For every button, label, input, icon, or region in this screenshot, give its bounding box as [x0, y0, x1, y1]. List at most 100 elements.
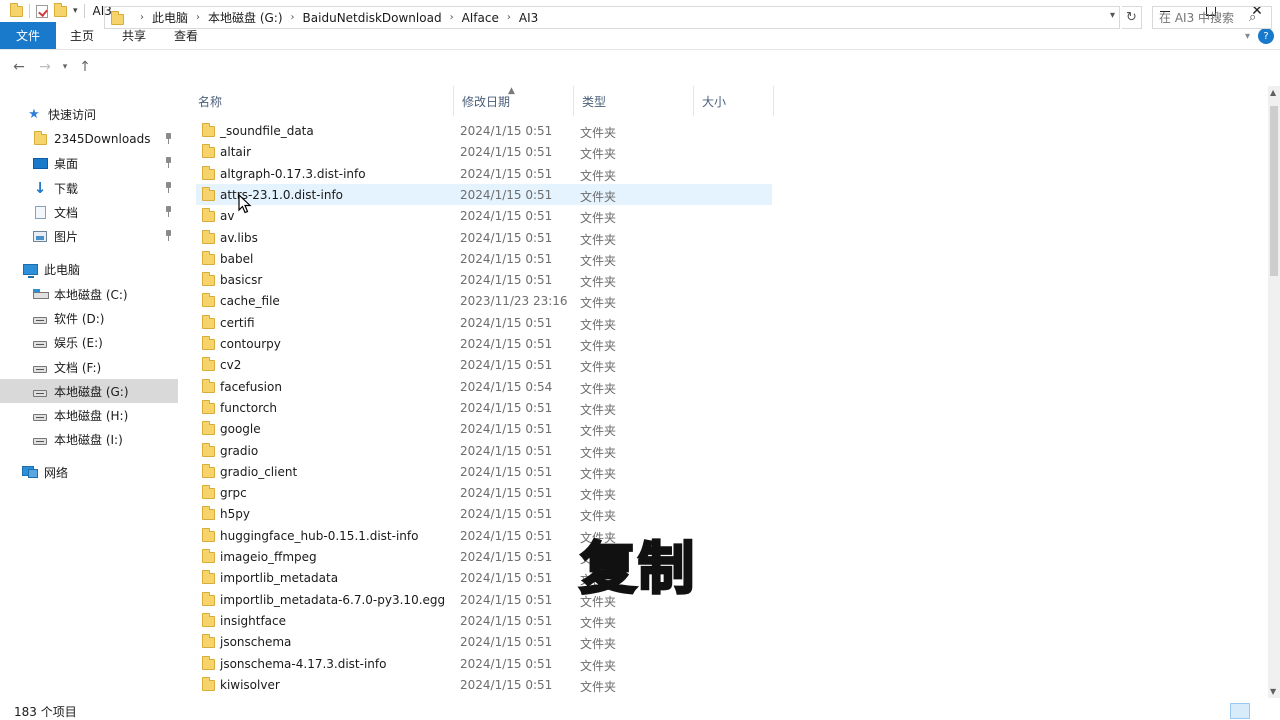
sidebar-item-this-pc[interactable]: 此电脑 [0, 257, 178, 281]
file-name: imageio_ffmpeg [220, 550, 317, 564]
drive-icon [32, 384, 48, 398]
folder-icon [202, 378, 215, 393]
refresh-button[interactable]: ↻ [1122, 6, 1142, 29]
column-header-type[interactable]: 类型 [574, 86, 694, 116]
file-type: 文件夹 [580, 509, 617, 524]
customize-toolbar-chevron-icon[interactable]: ▾ [73, 6, 78, 16]
folder-icon [202, 272, 215, 287]
chevron-right-icon[interactable]: › [450, 12, 454, 23]
file-row[interactable]: cache_file 2023/11/23 23:16 文件夹 [196, 290, 772, 311]
sidebar-item-drive-g[interactable]: 本地磁盘 (G:) [0, 379, 178, 403]
sidebar-item-drive-e[interactable]: 娱乐 (E:) [0, 330, 178, 354]
column-header-size[interactable]: 大小 [694, 86, 774, 116]
search-input[interactable] [1159, 10, 1245, 25]
file-row[interactable]: av.libs 2024/1/15 0:51 文件夹 [196, 227, 772, 248]
sidebar-item-desktop[interactable]: 桌面 [0, 151, 178, 175]
chevron-right-icon[interactable]: › [507, 12, 511, 23]
file-row[interactable]: google 2024/1/15 0:51 文件夹 [196, 418, 772, 439]
recent-locations-chevron-icon[interactable]: ▾ [58, 62, 72, 72]
file-row[interactable]: altair 2024/1/15 0:51 文件夹 [196, 141, 772, 162]
file-row[interactable]: jsonschema 2024/1/15 0:51 文件夹 [196, 631, 772, 652]
folder-icon [202, 463, 215, 478]
drive-icon [32, 408, 48, 422]
sidebar-item-2345downloads[interactable]: 2345Downloads [0, 127, 178, 151]
file-row[interactable]: jsonschema-4.17.3.dist-info 2024/1/15 0:5… [196, 653, 772, 674]
properties-icon[interactable] [36, 4, 48, 18]
scroll-down-icon[interactable]: ▼ [1270, 687, 1276, 696]
column-header-modified[interactable]: 修改日期 [454, 86, 574, 116]
file-row[interactable]: attrs-23.1.0.dist-info 2024/1/15 0:51 文件夹 [196, 183, 772, 205]
toolbar-divider [29, 4, 30, 18]
new-folder-icon[interactable] [54, 2, 67, 17]
sidebar-item-drive-i[interactable]: 本地磁盘 (I:) [0, 427, 178, 451]
file-row[interactable]: basicsr 2024/1/15 0:51 文件夹 [196, 269, 772, 290]
breadcrumb-ai3[interactable]: AI3 [519, 11, 538, 25]
file-date: 2024/1/15 0:51 [460, 400, 553, 415]
sidebar-item-drive-h[interactable]: 本地磁盘 (H:) [0, 403, 178, 427]
file-row[interactable]: cv2 2024/1/15 0:51 文件夹 [196, 354, 772, 375]
file-name: babel [220, 251, 254, 266]
file-date: 2024/1/15 0:51 [460, 187, 553, 202]
chevron-right-icon[interactable]: › [140, 12, 144, 23]
sidebar-item-drive-f[interactable]: 文档 (F:) [0, 355, 178, 379]
breadcrumb-drive-g[interactable]: 本地磁盘 (G:) [208, 9, 283, 26]
file-row[interactable]: av 2024/1/15 0:51 文件夹 [196, 205, 772, 226]
sidebar-item-label: 此电脑 [44, 262, 81, 277]
folder-icon [202, 144, 215, 159]
search-box[interactable]: ⌕ [1152, 6, 1272, 29]
tab-home[interactable]: 主页 [56, 22, 108, 49]
tab-file[interactable]: 文件 [0, 22, 56, 49]
sidebar-item-label: 娱乐 (E:) [54, 335, 103, 350]
document-icon [32, 205, 48, 219]
up-button[interactable]: ↑ [72, 59, 98, 75]
file-row[interactable]: facefusion 2024/1/15 0:54 文件夹 [196, 376, 772, 397]
file-row[interactable]: gradio 2024/1/15 0:51 文件夹 [196, 440, 772, 461]
address-dropdown-chevron-icon[interactable]: ▾ [1110, 10, 1115, 21]
back-button[interactable]: ← [6, 59, 32, 75]
help-icon[interactable]: ? [1258, 28, 1274, 44]
file-row[interactable]: kiwisolver 2024/1/15 0:51 文件夹 [196, 674, 772, 695]
file-type: 文件夹 [580, 466, 617, 481]
file-date: 2024/1/15 0:51 [460, 422, 553, 437]
sidebar-item-label: 软件 (D:) [54, 311, 105, 326]
breadcrumb-aiface[interactable]: AIface [462, 11, 499, 25]
scroll-thumb[interactable] [1270, 106, 1278, 276]
sidebar-item-documents[interactable]: 文档 [0, 200, 178, 224]
file-type: 文件夹 [580, 317, 617, 332]
folder-icon [32, 130, 48, 146]
address-bar[interactable]: › 此电脑 › 本地磁盘 (G:) › BaiduNetdiskDownload… [104, 6, 1120, 29]
file-date: 2023/11/23 23:16 [460, 294, 568, 309]
forward-button[interactable]: → [32, 59, 58, 75]
drive-icon [32, 311, 48, 325]
scroll-up-icon[interactable]: ▲ [1270, 88, 1276, 97]
sidebar-item-network[interactable]: 网络 [0, 460, 178, 484]
chevron-right-icon[interactable]: › [291, 12, 295, 23]
breadcrumb-baidunetdiskdownload[interactable]: BaiduNetdiskDownload [303, 11, 442, 25]
file-type: 文件夹 [580, 189, 617, 204]
vertical-scrollbar[interactable]: ▲ ▼ [1268, 86, 1280, 698]
file-row[interactable]: h5py 2024/1/15 0:51 文件夹 [196, 503, 772, 524]
file-row[interactable]: babel 2024/1/15 0:51 文件夹 [196, 248, 772, 269]
file-row[interactable]: _soundfile_data 2024/1/15 0:51 文件夹 [196, 120, 772, 141]
sidebar-item-drive-c[interactable]: 本地磁盘 (C:) [0, 282, 178, 306]
file-date: 2024/1/15 0:51 [460, 656, 553, 671]
expand-ribbon-chevron-icon[interactable]: ▾ [1245, 31, 1250, 42]
file-row[interactable]: contourpy 2024/1/15 0:51 文件夹 [196, 333, 772, 354]
chevron-right-icon[interactable]: › [196, 12, 200, 23]
details-view-button[interactable] [1230, 703, 1250, 719]
large-icons-view-button[interactable] [1252, 703, 1272, 719]
sidebar-item-drive-d[interactable]: 软件 (D:) [0, 306, 178, 330]
file-row[interactable]: gradio_client 2024/1/15 0:51 文件夹 [196, 461, 772, 482]
sidebar-item-quick-access[interactable]: ★ 快速访问 [0, 102, 178, 126]
file-row[interactable]: altgraph-0.17.3.dist-info 2024/1/15 0:51 文… [196, 163, 772, 184]
file-row[interactable]: grpc 2024/1/15 0:51 文件夹 [196, 482, 772, 503]
file-type: 文件夹 [580, 381, 617, 396]
breadcrumb-this-pc[interactable]: 此电脑 [152, 9, 188, 26]
column-header-name[interactable]: 名称 [190, 86, 454, 116]
sidebar-item-pictures[interactable]: 图片 [0, 224, 178, 248]
sidebar-item-downloads[interactable]: ↓ 下载 [0, 176, 178, 200]
file-row[interactable]: certifi 2024/1/15 0:51 文件夹 [196, 312, 772, 333]
file-name: _soundfile_data [220, 124, 314, 138]
file-row[interactable]: functorch 2024/1/15 0:51 文件夹 [196, 397, 772, 418]
file-row[interactable]: insightface 2024/1/15 0:51 文件夹 [196, 610, 772, 631]
